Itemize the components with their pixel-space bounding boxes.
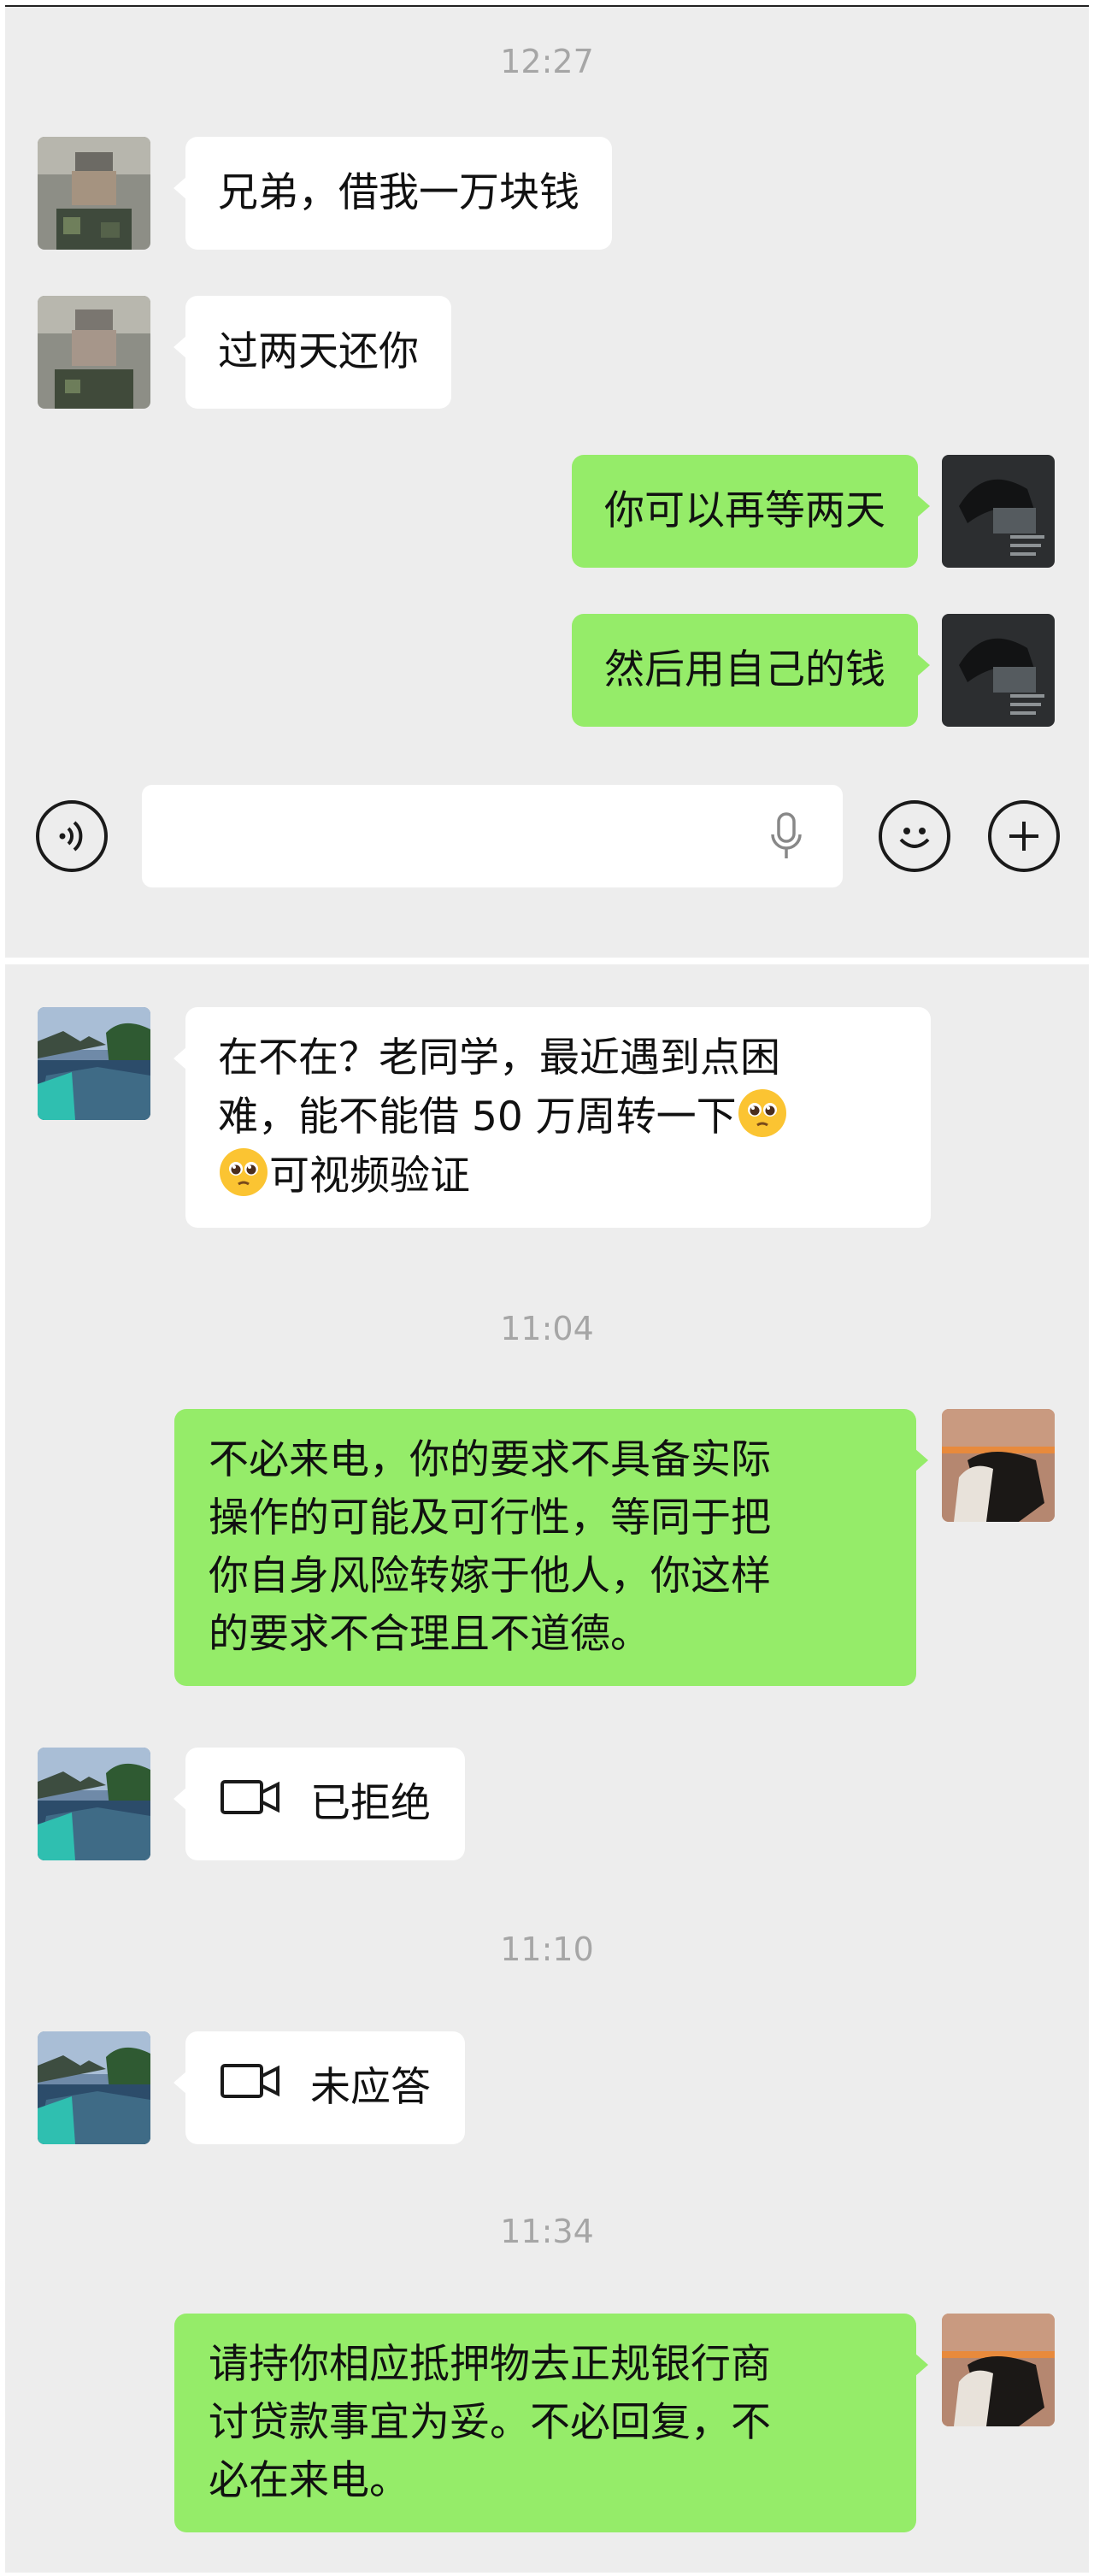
call-status-text: 已拒绝 — [310, 1780, 431, 1827]
message-bubble-outgoing[interactable]: 请持你相应抵押物去正规银行商 讨贷款事宜为妥。不必回复，不 必在来电。 — [174, 2314, 928, 2532]
message-bubble-incoming[interactable]: 兄弟，借我一万块钱 — [174, 137, 612, 250]
message-bubble-incoming[interactable]: 过两天还你 — [174, 296, 451, 409]
video-call-missed-bubble[interactable]: 未应答 — [174, 2031, 465, 2144]
timestamp: 11:10 — [500, 1931, 594, 1968]
contact-avatar-canal[interactable] — [38, 1748, 150, 1860]
message-line: 难，能不能借 50 万周转一下 — [218, 1088, 898, 1147]
message-line: 操作的可能及可行性，等同于把 — [209, 1494, 771, 1541]
chat-panel-bottom: 在不在？老同学，最近遇到点困 难，能不能借 50 万周转一下 可视频验证 11:… — [5, 964, 1089, 2573]
message-bubble-outgoing[interactable]: 你可以再等两天 — [572, 455, 930, 568]
contact-avatar-blurred[interactable] — [38, 137, 150, 250]
timestamp: 11:04 — [500, 1310, 594, 1347]
video-camera-icon — [220, 1775, 281, 1833]
message-line: 可视频验证 — [218, 1147, 898, 1205]
message-text: 你可以再等两天 — [604, 487, 885, 534]
contact-avatar-canal[interactable] — [38, 2031, 150, 2144]
my-avatar-sunset[interactable] — [942, 2314, 1055, 2426]
contact-avatar-canal[interactable] — [38, 1007, 150, 1120]
voice-icon[interactable] — [36, 800, 108, 872]
timestamp: 12:27 — [500, 43, 594, 80]
message-text: 兄弟，借我一万块钱 — [218, 169, 579, 216]
input-bar — [5, 768, 1089, 939]
message-line: 请持你相应抵押物去正规银行商 — [209, 2341, 771, 2388]
message-line: 你自身风险转嫁于他人，你这样 — [209, 1553, 771, 1600]
timestamp: 11:34 — [500, 2213, 594, 2250]
my-avatar[interactable] — [942, 614, 1055, 727]
message-line: 不必来电，你的要求不具备实际 — [209, 1436, 771, 1483]
video-camera-icon — [220, 2059, 281, 2117]
message-line: 讨贷款事宜为妥。不必回复，不 — [209, 2399, 771, 2446]
my-avatar[interactable] — [942, 455, 1055, 568]
pleading-face-emoji-icon — [218, 1147, 269, 1198]
message-bubble-outgoing[interactable]: 然后用自己的钱 — [572, 614, 930, 727]
message-input[interactable] — [142, 785, 843, 887]
contact-avatar-blurred[interactable] — [38, 296, 150, 409]
my-avatar-sunset[interactable] — [942, 1409, 1055, 1522]
message-line: 在不在？老同学，最近遇到点困 — [218, 1035, 780, 1082]
message-text: 然后用自己的钱 — [604, 646, 885, 693]
chat-panel-top: 12:27 兄弟，借我一万块钱 过两天还你 你可以再等两天 然后用自己的钱 — [5, 5, 1089, 958]
message-text: 过两天还你 — [218, 328, 419, 375]
video-call-rejected-bubble[interactable]: 已拒绝 — [174, 1748, 465, 1860]
message-bubble-incoming[interactable]: 在不在？老同学，最近遇到点困 难，能不能借 50 万周转一下 可视频验证 — [174, 1007, 931, 1228]
message-bubble-outgoing[interactable]: 不必来电，你的要求不具备实际 操作的可能及可行性，等同于把 你自身风险转嫁于他人… — [174, 1409, 928, 1686]
emoji-icon[interactable] — [879, 800, 950, 872]
plus-icon[interactable] — [988, 800, 1060, 872]
message-line: 的要求不合理且不道德。 — [209, 1611, 650, 1658]
message-line: 必在来电。 — [209, 2457, 409, 2504]
call-status-text: 未应答 — [310, 2064, 431, 2111]
microphone-icon[interactable] — [768, 811, 805, 862]
pleading-face-emoji-icon — [737, 1088, 788, 1139]
